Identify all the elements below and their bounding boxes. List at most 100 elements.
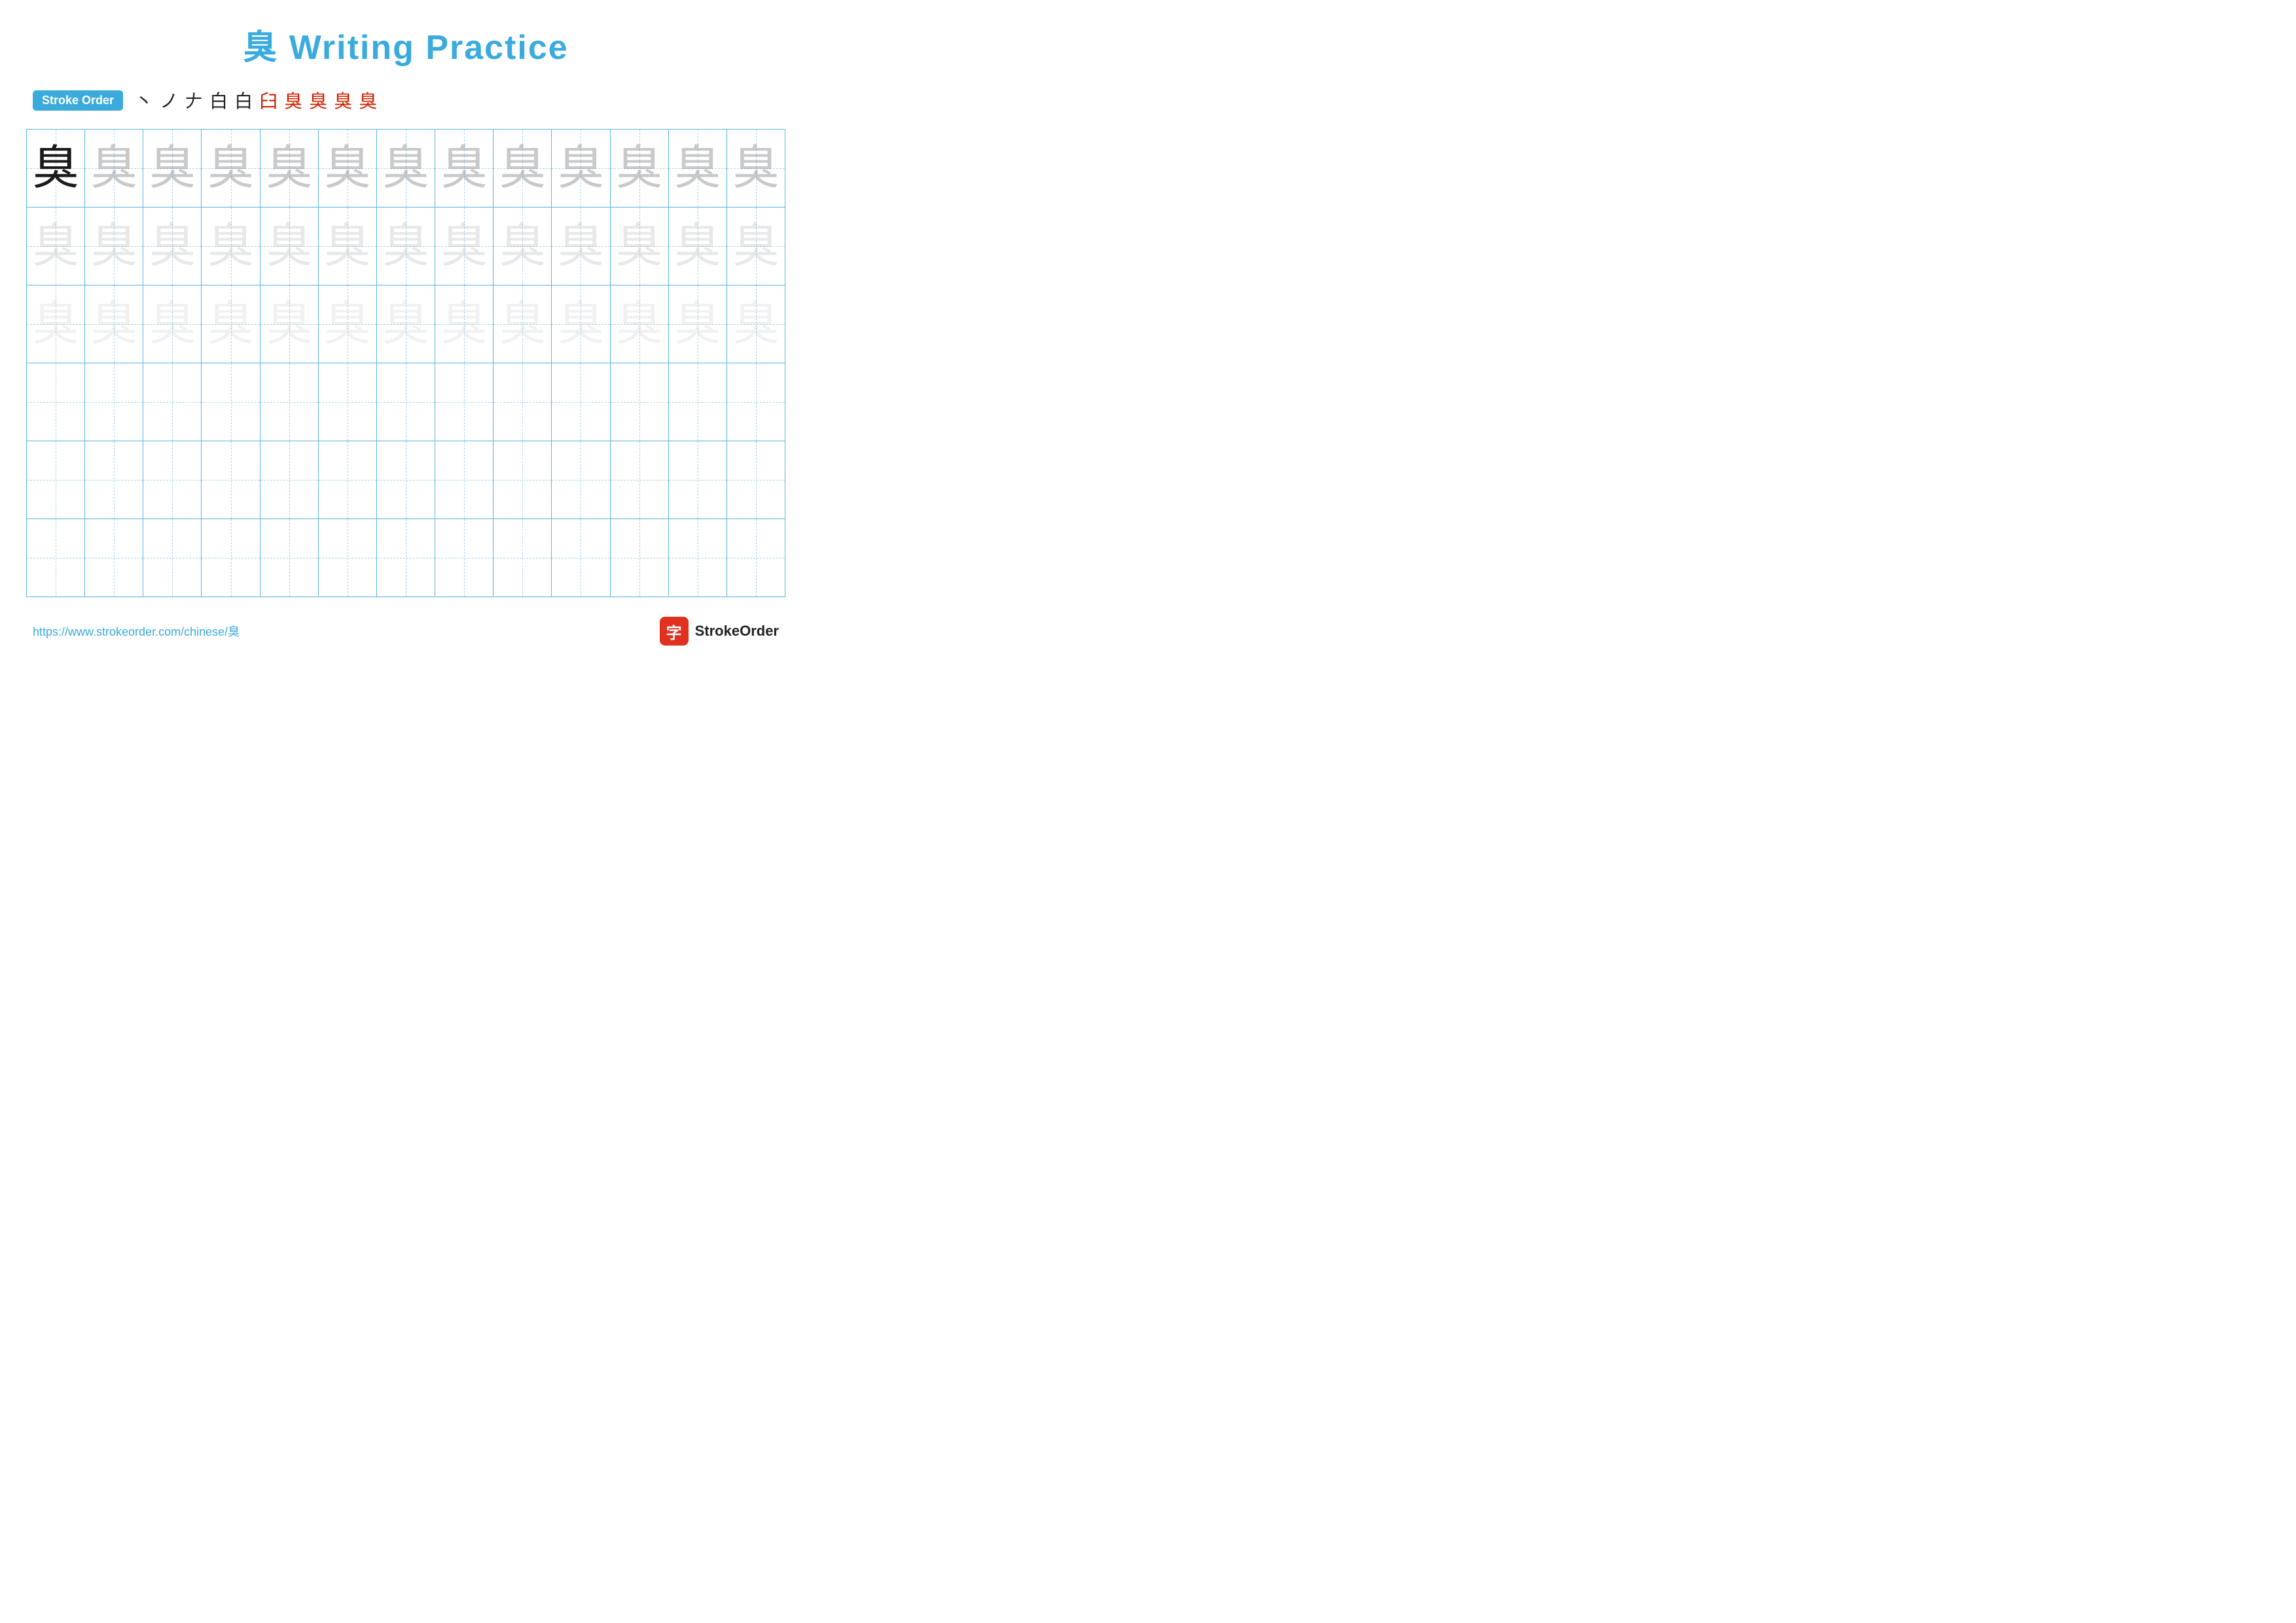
cell-1-4: 臭 [202, 130, 260, 207]
title-char: 臭 [243, 29, 278, 67]
cell-6-7[interactable] [377, 519, 435, 596]
cell-3-5: 臭 [260, 285, 319, 363]
cell-3-9: 臭 [493, 285, 552, 363]
cell-4-12[interactable] [669, 363, 727, 441]
cell-4-13[interactable] [727, 363, 785, 441]
stroke-chars: 丶 ノ 𠂇 白 白 臼 臭 臭 臭 臭 [135, 87, 377, 113]
cell-5-4[interactable] [202, 441, 260, 519]
cell-6-8[interactable] [435, 519, 493, 596]
char-guide: 臭 [149, 145, 196, 192]
cell-4-3[interactable] [143, 363, 202, 441]
cell-6-10[interactable] [552, 519, 610, 596]
char-guide: 臭 [440, 223, 488, 270]
cell-2-3: 臭 [143, 208, 202, 285]
cell-6-13[interactable] [727, 519, 785, 596]
cell-6-12[interactable] [669, 519, 727, 596]
char-guide: 臭 [732, 223, 780, 270]
cell-5-9[interactable] [493, 441, 552, 519]
cell-5-10[interactable] [552, 441, 610, 519]
footer-url: https://www.strokeorder.com/chinese/臭 [33, 623, 240, 640]
cell-1-8: 臭 [435, 130, 493, 207]
cell-3-1: 臭 [27, 285, 85, 363]
cell-2-11: 臭 [611, 208, 669, 285]
cell-1-10: 臭 [552, 130, 610, 207]
cell-4-4[interactable] [202, 363, 260, 441]
char-guide: 臭 [616, 145, 663, 192]
cell-2-1: 臭 [27, 208, 85, 285]
char-guide: 臭 [440, 145, 488, 192]
stroke-8: 臭 [309, 87, 327, 113]
stroke-4: 白 [209, 87, 228, 113]
cell-4-6[interactable] [319, 363, 377, 441]
stroke-9: 臭 [334, 87, 352, 113]
char-guide: 臭 [616, 223, 663, 270]
cell-2-13: 臭 [727, 208, 785, 285]
char-guide: 臭 [674, 223, 721, 270]
char-guide: 臭 [732, 301, 780, 348]
char-guide: 臭 [90, 301, 137, 348]
grid-row-6 [27, 519, 785, 596]
cell-6-9[interactable] [493, 519, 552, 596]
cell-1-7: 臭 [377, 130, 435, 207]
cell-6-1[interactable] [27, 519, 85, 596]
cell-5-8[interactable] [435, 441, 493, 519]
cell-4-10[interactable] [552, 363, 610, 441]
char-guide: 臭 [324, 145, 371, 192]
cell-5-3[interactable] [143, 441, 202, 519]
cell-4-2[interactable] [85, 363, 143, 441]
cell-3-3: 臭 [143, 285, 202, 363]
char-guide: 臭 [149, 301, 196, 348]
char-guide: 臭 [557, 145, 604, 192]
cell-2-5: 臭 [260, 208, 319, 285]
char-guide: 臭 [499, 223, 546, 270]
cell-5-7[interactable] [377, 441, 435, 519]
char-guide: 臭 [149, 223, 196, 270]
cell-3-10: 臭 [552, 285, 610, 363]
cell-3-8: 臭 [435, 285, 493, 363]
cell-6-4[interactable] [202, 519, 260, 596]
cell-4-11[interactable] [611, 363, 669, 441]
cell-5-13[interactable] [727, 441, 785, 519]
grid-row-5 [27, 441, 785, 519]
cell-6-5[interactable] [260, 519, 319, 596]
cell-3-2: 臭 [85, 285, 143, 363]
cell-5-2[interactable] [85, 441, 143, 519]
brand-icon: 字 [660, 617, 689, 646]
cell-2-7: 臭 [377, 208, 435, 285]
footer-brand: 字 StrokeOrder [660, 617, 779, 646]
char-guide: 臭 [382, 223, 429, 270]
cell-6-2[interactable] [85, 519, 143, 596]
cell-1-1: 臭 [27, 130, 85, 207]
cell-1-11: 臭 [611, 130, 669, 207]
cell-4-8[interactable] [435, 363, 493, 441]
cell-6-6[interactable] [319, 519, 377, 596]
stroke-10: 臭 [359, 87, 377, 113]
char-guide: 臭 [207, 301, 255, 348]
cell-5-11[interactable] [611, 441, 669, 519]
cell-6-11[interactable] [611, 519, 669, 596]
char-guide: 臭 [382, 301, 429, 348]
char-guide: 臭 [557, 301, 604, 348]
cell-1-3: 臭 [143, 130, 202, 207]
cell-6-3[interactable] [143, 519, 202, 596]
cell-1-5: 臭 [260, 130, 319, 207]
cell-5-12[interactable] [669, 441, 727, 519]
char-guide: 臭 [90, 223, 137, 270]
grid-row-4 [27, 363, 785, 441]
cell-4-9[interactable] [493, 363, 552, 441]
grid-row-3: 臭 臭 臭 臭 臭 臭 臭 臭 臭 臭 臭 臭 [27, 285, 785, 363]
cell-1-13: 臭 [727, 130, 785, 207]
stroke-3: 𠂇 [185, 87, 203, 113]
cell-5-5[interactable] [260, 441, 319, 519]
cell-4-5[interactable] [260, 363, 319, 441]
grid-row-1: 臭 臭 臭 臭 臭 臭 臭 臭 臭 臭 臭 臭 [27, 130, 785, 208]
cell-4-7[interactable] [377, 363, 435, 441]
cell-5-1[interactable] [27, 441, 85, 519]
cell-4-1[interactable] [27, 363, 85, 441]
cell-5-6[interactable] [319, 441, 377, 519]
cell-2-6: 臭 [319, 208, 377, 285]
char-guide: 臭 [207, 223, 255, 270]
char-guide: 臭 [674, 145, 721, 192]
footer: https://www.strokeorder.com/chinese/臭 字 … [26, 617, 785, 646]
char-guide: 臭 [266, 301, 313, 348]
